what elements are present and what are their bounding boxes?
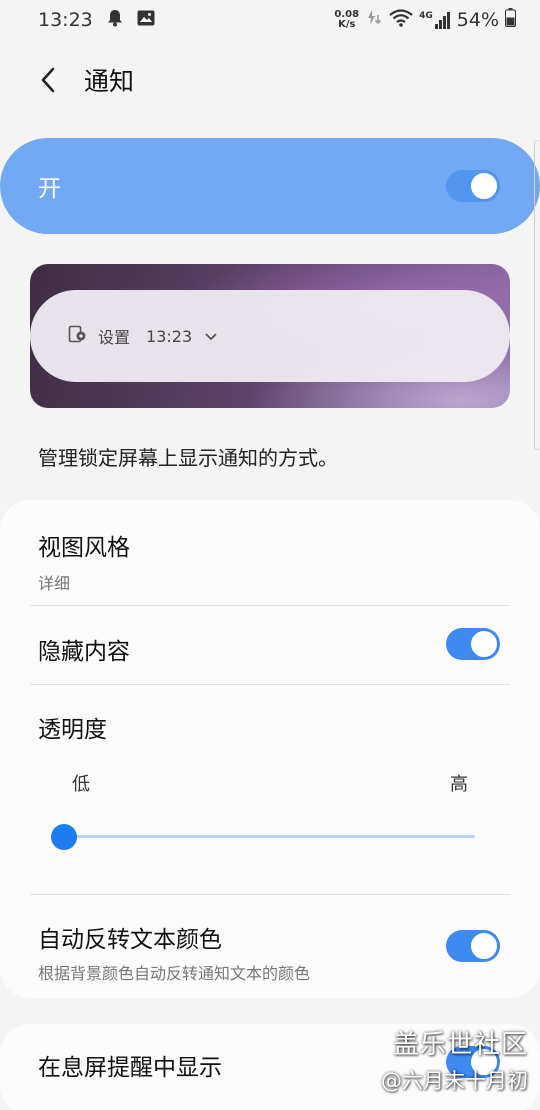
auto-invert-title: 自动反转文本颜色: [38, 927, 222, 953]
transparency-title: 透明度: [38, 717, 107, 743]
auto-invert-row[interactable]: 自动反转文本颜色 根据背景颜色自动反转通知文本的颜色: [38, 920, 502, 984]
scrollbar[interactable]: [534, 140, 540, 450]
preview-app-name: 设置: [98, 328, 131, 347]
settings-card: 视图风格 详细 隐藏内容 透明度 低 高 自动反转文本颜色 根据背景颜色自动反转…: [0, 500, 540, 998]
hide-content-toggle[interactable]: [446, 628, 500, 660]
watermark: 盖乐世社区 @六月末十月初: [381, 1024, 528, 1095]
network-type: 4G: [419, 11, 433, 21]
slider-low-label: 低: [72, 774, 90, 795]
image-icon: [137, 9, 155, 31]
slider-thumb[interactable]: [51, 824, 77, 850]
chevron-down-icon: [204, 327, 218, 346]
master-switch-label: 开: [38, 176, 61, 202]
app-header: 通知: [0, 50, 540, 110]
clock: 13:23: [38, 9, 93, 31]
divider: [30, 894, 510, 895]
hide-content-title: 隐藏内容: [38, 639, 130, 665]
section-description: 管理锁定屏幕上显示通知的方式。: [38, 446, 338, 470]
view-style-row[interactable]: 视图风格 详细: [38, 528, 502, 594]
settings-app-icon: [68, 324, 88, 348]
status-bar: 13:23 0.08 K/s 4G 54%: [0, 0, 540, 40]
view-style-title: 视图风格: [38, 535, 130, 561]
netspeed-unit: K/s: [338, 19, 356, 30]
master-toggle[interactable]: [446, 170, 500, 202]
transparency-labels: 低 高: [72, 770, 468, 796]
battery-icon: [505, 8, 516, 32]
toggle-knob: [469, 629, 499, 659]
divider: [30, 605, 510, 606]
auto-invert-subtitle: 根据背景颜色自动反转通知文本的颜色: [38, 964, 311, 983]
preview-notification: 设置 13:23: [30, 290, 510, 382]
data-transfer-icon: [365, 9, 383, 32]
battery-level: 54%: [456, 9, 499, 31]
netspeed-indicator: 0.08 K/s: [334, 10, 359, 30]
preview-time: 13:23: [146, 326, 193, 346]
view-style-value: 详细: [38, 574, 71, 593]
wifi-icon: [389, 8, 413, 32]
hide-content-row[interactable]: 隐藏内容: [38, 632, 502, 672]
toggle-knob: [469, 931, 499, 961]
watermark-brand: 盖乐世社区: [392, 1030, 528, 1060]
notification-preview: 设置 13:23: [30, 264, 510, 408]
bell-icon: [107, 9, 123, 32]
watermark-author: @六月末十月初: [381, 1069, 528, 1093]
master-switch-bar[interactable]: 开: [0, 138, 540, 234]
signal-icon: 4G: [419, 11, 451, 29]
slider-high-label: 高: [450, 774, 468, 795]
transparency-slider[interactable]: [51, 824, 475, 850]
back-arrow-icon: [41, 67, 55, 93]
back-button[interactable]: [28, 60, 68, 100]
transparency-row: 透明度: [38, 710, 502, 744]
toggle-knob: [469, 171, 499, 201]
auto-invert-toggle[interactable]: [446, 930, 500, 962]
divider: [30, 684, 510, 685]
page-title: 通知: [84, 67, 135, 96]
